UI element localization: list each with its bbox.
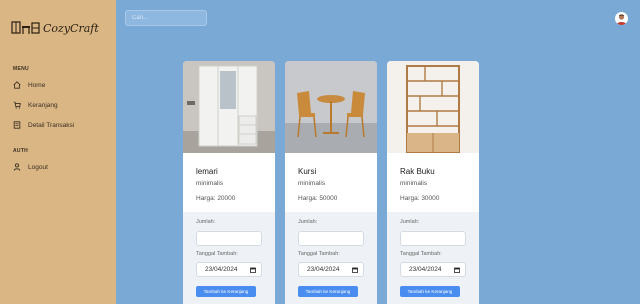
date-label: Tanggal Tambah:	[196, 251, 238, 257]
cart-icon	[13, 101, 21, 109]
sidebar-item-logout[interactable]: Logout	[13, 163, 48, 171]
bookshelf-image	[387, 61, 479, 153]
sidebar-item-label: Keranjang	[28, 101, 58, 109]
date-label: Tanggal Tambah:	[400, 251, 442, 257]
sidebar-item-label: Home	[28, 81, 46, 89]
sidebar-item-home[interactable]: Home	[13, 81, 45, 89]
product-card: Rak Buku minimalis Harga: 30000 Jumlah: …	[387, 61, 479, 304]
product-description: minimalis	[196, 180, 224, 187]
quantity-label: Jumlah:	[400, 219, 420, 225]
date-label: Tanggal Tambah:	[298, 251, 340, 257]
product-name: Rak Buku	[400, 167, 435, 176]
chair-table-image	[285, 61, 377, 153]
auth-section-title: AUTH	[13, 148, 29, 154]
calendar-icon[interactable]	[250, 267, 256, 273]
product-price: Harga: 30000	[400, 195, 440, 202]
sidebar-item-label: Detail Transaksi	[28, 121, 75, 129]
furniture-logo-icon	[11, 21, 40, 34]
quantity-input[interactable]	[298, 231, 364, 246]
add-to-cart-button[interactable]: Tambah ke Keranjang	[196, 286, 256, 297]
date-input[interactable]: 23/04/2024	[400, 262, 466, 277]
sidebar: CozyCraft MENU Home Keranjang Detail Tra…	[0, 0, 116, 304]
product-card: Kursi minimalis Harga: 50000 Jumlah: Tan…	[285, 61, 377, 304]
add-to-cart-form: Jumlah: Tanggal Tambah: 23/04/2024 Tamba…	[183, 212, 275, 304]
calendar-icon[interactable]	[352, 267, 358, 273]
product-name: Kursi	[298, 167, 317, 176]
user-icon	[13, 163, 21, 171]
home-icon	[13, 81, 21, 89]
menu-section-title: MENU	[13, 66, 29, 72]
date-value: 23/04/2024	[205, 266, 238, 273]
quantity-input[interactable]	[400, 231, 466, 246]
date-input[interactable]: 23/04/2024	[196, 262, 262, 277]
sidebar-item-detail-transaksi[interactable]: Detail Transaksi	[13, 121, 74, 129]
date-input[interactable]: 23/04/2024	[298, 262, 364, 277]
search-input[interactable]	[125, 10, 207, 26]
sidebar-item-keranjang[interactable]: Keranjang	[13, 101, 58, 109]
avatar[interactable]	[615, 12, 628, 25]
product-price: Harga: 50000	[298, 195, 338, 202]
quantity-label: Jumlah:	[196, 219, 216, 225]
brand[interactable]: CozyCraft	[11, 20, 99, 36]
add-to-cart-form: Jumlah: Tanggal Tambah: 23/04/2024 Tamba…	[285, 212, 377, 304]
product-name: lemari	[196, 167, 218, 176]
sidebar-item-label: Logout	[28, 163, 48, 171]
document-icon	[13, 121, 21, 129]
add-to-cart-button[interactable]: Tambah ke Keranjang	[298, 286, 358, 297]
product-description: minimalis	[400, 180, 428, 187]
wardrobe-image	[183, 61, 275, 153]
user-avatar-icon	[616, 14, 627, 25]
add-to-cart-form: Jumlah: Tanggal Tambah: 23/04/2024 Tamba…	[387, 212, 479, 304]
date-value: 23/04/2024	[409, 266, 442, 273]
product-price: Harga: 20000	[196, 195, 236, 202]
brand-name: CozyCraft	[43, 21, 99, 35]
date-value: 23/04/2024	[307, 266, 340, 273]
calendar-icon[interactable]	[454, 267, 460, 273]
product-description: minimalis	[298, 180, 326, 187]
product-card: lemari minimalis Harga: 20000 Jumlah: Ta…	[183, 61, 275, 304]
quantity-input[interactable]	[196, 231, 262, 246]
add-to-cart-button[interactable]: Tambah ke Keranjang	[400, 286, 460, 297]
quantity-label: Jumlah:	[298, 219, 318, 225]
